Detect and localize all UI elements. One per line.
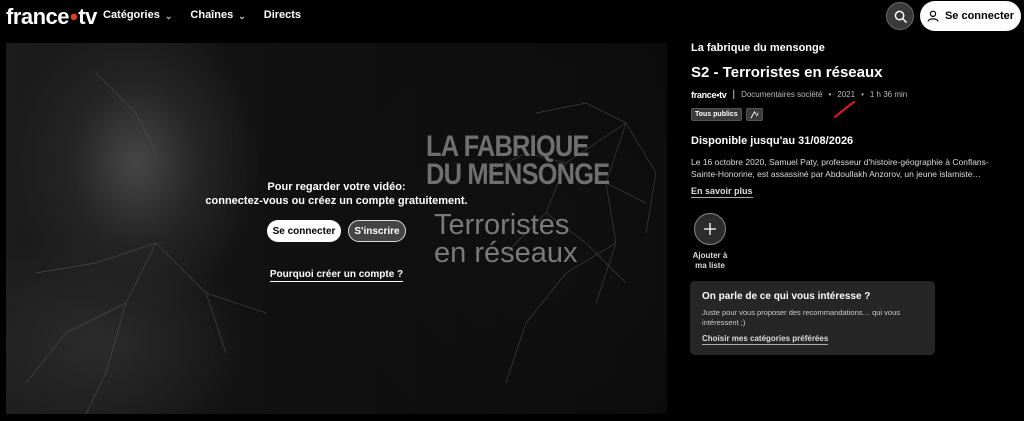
audience-badge: Tous publics xyxy=(691,108,742,121)
bullet-separator: • xyxy=(828,90,832,99)
duration: 1 h 36 min xyxy=(869,90,908,99)
show-title[interactable]: La fabrique du mensonge xyxy=(691,42,825,54)
synopsis: Le 16 octobre 2020, Samuel Paty, profess… xyxy=(691,157,989,179)
add-to-list-label: Ajouter à ma liste xyxy=(692,251,728,270)
signup-button[interactable]: S'inscrire xyxy=(348,220,406,242)
nav-directs[interactable]: Directs xyxy=(264,9,301,21)
search-icon xyxy=(894,10,907,23)
francetv-logo[interactable]: france•tv xyxy=(6,4,97,30)
top-navbar: france•tv Catégories ⌄ Chaînes ⌄ Directs… xyxy=(0,0,1024,34)
red-annotation-mark xyxy=(834,101,855,118)
audio-description-badge xyxy=(745,108,763,121)
chevron-down-icon: ⌄ xyxy=(164,10,173,21)
divider: | xyxy=(732,89,736,100)
chevron-down-icon: ⌄ xyxy=(238,10,246,21)
choose-categories-link[interactable]: Choisir mes catégories préférées xyxy=(702,334,829,345)
nav-chaines[interactable]: Chaînes ⌄ xyxy=(190,9,245,21)
nav-categories[interactable]: Catégories ⌄ xyxy=(103,9,172,21)
main-nav: Catégories ⌄ Chaînes ⌄ Directs xyxy=(103,9,301,21)
add-to-list-button[interactable] xyxy=(694,213,726,245)
episode-title: S2 - Terroristes en réseaux xyxy=(691,64,883,81)
genre: Documentaires société xyxy=(741,90,823,99)
reco-text: Juste pour vous proposer des recommandat… xyxy=(702,308,901,327)
availability: Disponible jusqu'au 31/08/2026 xyxy=(691,135,854,147)
bullet-separator: • xyxy=(861,90,864,99)
login-message: Pour regarder votre vidéo: connectez-vou… xyxy=(205,181,468,207)
search-button[interactable] xyxy=(886,2,914,30)
reco-title: On parle de ce qui vous intéresse ? xyxy=(702,291,871,302)
header-login-button[interactable]: Se connecter xyxy=(920,1,1021,31)
why-account-link[interactable]: Pourquoi créer un compte ? xyxy=(269,269,404,282)
audio-description-icon xyxy=(750,110,759,118)
recommendation-card: On parle de ce qui vous intéresse ? Just… xyxy=(690,281,935,355)
plus-icon xyxy=(704,223,716,235)
read-more-link[interactable]: En savoir plus xyxy=(691,186,753,198)
badges: Tous publics xyxy=(691,108,763,121)
program-metadata: france•tv | Documentaires société • 2021… xyxy=(691,89,907,100)
user-icon xyxy=(927,10,939,22)
login-buttons: Se connecter S'inscrire xyxy=(6,220,667,242)
channel-logo: france•tv xyxy=(691,89,727,100)
year: 2021 xyxy=(837,90,856,99)
why-account-link-wrap: Pourquoi créer un compte ? xyxy=(6,269,667,282)
login-button[interactable]: Se connecter xyxy=(267,220,341,242)
